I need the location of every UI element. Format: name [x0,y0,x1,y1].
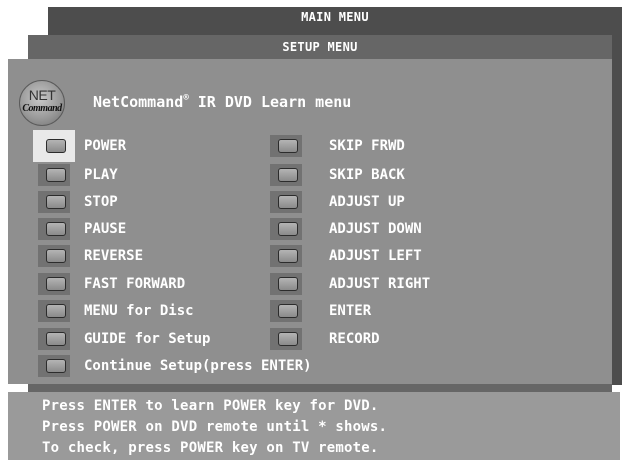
key-indicator-icon [46,139,66,153]
key-button-icon[interactable] [38,218,70,240]
key-indicator-icon [46,222,66,236]
key-indicator-icon [278,332,298,346]
key-indicator-icon [46,195,66,209]
main-menu-title: MAIN MENU [301,10,369,24]
key-indicator-icon [278,195,298,209]
key-indicator-icon [278,277,298,291]
key-label: SKIP BACK [329,167,405,183]
key-label: GUIDE for Setup [84,331,211,347]
key-button-icon[interactable] [38,273,70,295]
key-label: ENTER [329,303,372,319]
key-label: REVERSE [84,248,144,264]
key-label: MENU for Disc [84,303,194,319]
key-label: POWER [84,138,127,154]
key-indicator-icon [46,168,66,182]
key-button-icon[interactable] [270,135,302,157]
key-button-icon[interactable] [33,130,75,162]
key-label: FAST FORWARD [84,276,186,292]
key-button-icon[interactable] [38,191,70,213]
key-button-icon[interactable] [270,245,302,267]
key-label: STOP [84,194,118,210]
key-button-icon[interactable] [270,328,302,350]
key-label: RECORD [329,331,380,347]
logo-text-net: NET [28,87,56,103]
help-line-2: Press POWER on DVD remote until * shows. [42,419,388,435]
key-button-icon[interactable] [270,164,302,186]
key-indicator-icon [278,139,298,153]
key-button-icon[interactable] [38,245,70,267]
help-line-3: To check, press POWER key on TV remote. [42,440,379,456]
key-label: PLAY [84,167,118,183]
key-indicator-icon [46,359,66,373]
key-indicator-icon [46,332,66,346]
netcommand-logo: NET Command [19,80,65,126]
key-indicator-icon [278,249,298,263]
key-label: Continue Setup(press ENTER) [84,358,312,374]
key-indicator-icon [278,222,298,236]
key-button-icon[interactable] [38,355,70,377]
key-button-icon[interactable] [38,300,70,322]
key-label: ADJUST UP [329,194,405,210]
key-indicator-icon [278,168,298,182]
learn-menu-title: NetCommand® IR DVD Learn menu [93,93,351,111]
key-indicator-icon [278,304,298,318]
key-button-icon[interactable] [270,191,302,213]
key-label: ADJUST LEFT [329,248,422,264]
key-button-icon[interactable] [270,218,302,240]
title-brand: NetCommand [93,93,184,111]
key-label: ADJUST DOWN [329,221,422,237]
key-label: PAUSE [84,221,127,237]
key-button-icon[interactable] [38,164,70,186]
key-button-icon[interactable] [38,328,70,350]
key-indicator-icon [46,249,66,263]
key-label: SKIP FRWD [329,138,405,154]
setup-menu-title: SETUP MENU [282,40,358,54]
key-button-icon[interactable] [270,273,302,295]
title-rest: IR DVD Learn menu [188,93,352,111]
key-button-icon[interactable] [270,300,302,322]
key-indicator-icon [46,304,66,318]
help-line-1: Press ENTER to learn POWER key for DVD. [42,398,379,414]
key-indicator-icon [46,277,66,291]
key-label: ADJUST RIGHT [329,276,431,292]
logo-text-command: Command [22,103,62,114]
